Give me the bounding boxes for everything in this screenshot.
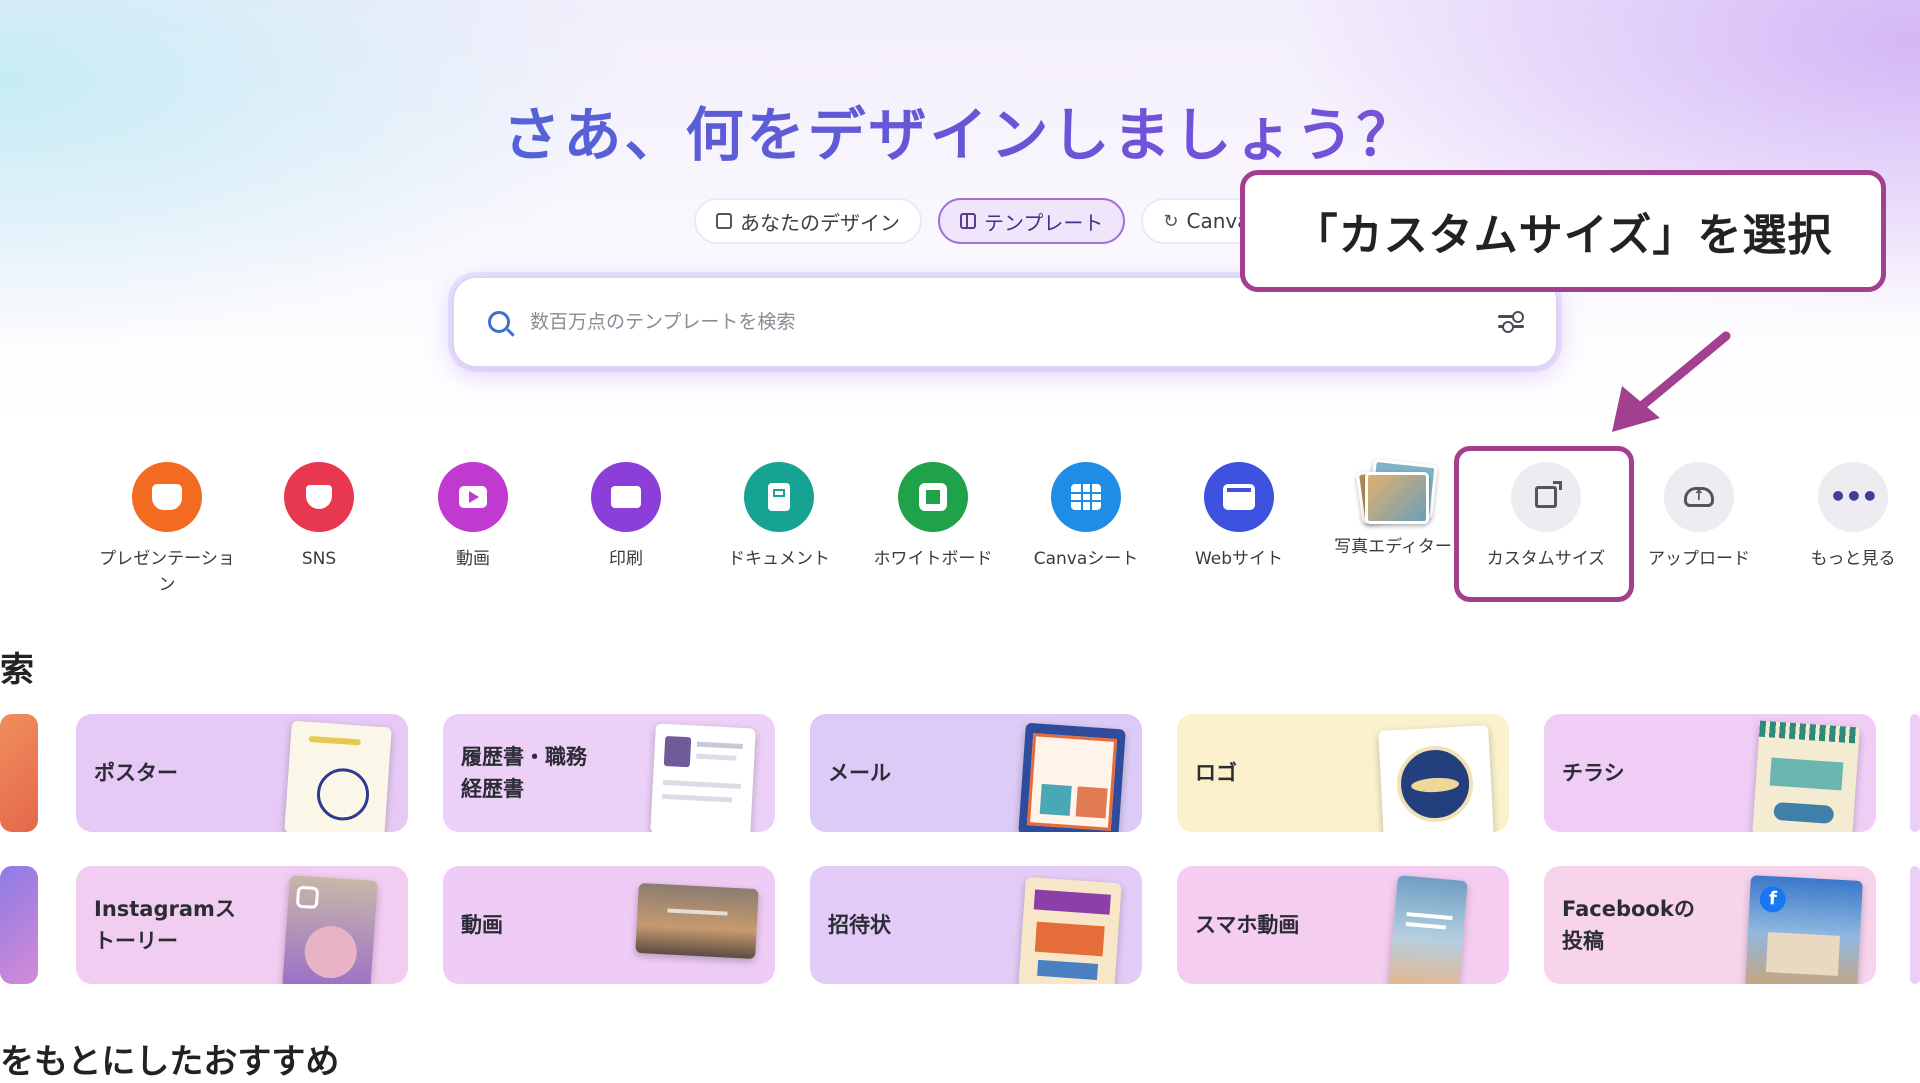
- printer-icon: [591, 462, 661, 532]
- category-document[interactable]: ドキュメント: [704, 462, 854, 572]
- presentation-icon: [132, 462, 202, 532]
- heart-icon: [284, 462, 354, 532]
- section-heading-explore: 索: [0, 650, 34, 690]
- category-label: Canvaシート: [1033, 549, 1139, 569]
- category-sns[interactable]: SNS: [244, 462, 394, 572]
- page-title: さあ、何をデザインしましょう？: [0, 88, 1920, 172]
- category-label: プレゼンテーション: [99, 549, 235, 595]
- category-label: 印刷: [609, 549, 643, 569]
- whiteboard-icon: [898, 462, 968, 532]
- category-canva-sheet[interactable]: Canvaシート: [1011, 462, 1161, 572]
- phone-video-thumbnail: [1388, 875, 1468, 984]
- card-label: 招待状: [828, 913, 891, 937]
- tab-label: あなたのデザイン: [740, 210, 900, 235]
- more-icon: •••: [1818, 462, 1888, 532]
- email-thumbnail: [1018, 722, 1126, 832]
- clipped-card[interactable]: [1910, 714, 1920, 832]
- template-card-resume[interactable]: 履歴書・職務経歴書: [443, 714, 775, 832]
- template-card-logo[interactable]: ロゴ: [1177, 714, 1509, 832]
- category-label: 写真エディター: [1334, 537, 1452, 557]
- card-label: ポスター: [94, 761, 178, 785]
- category-label: Webサイト: [1194, 549, 1284, 569]
- invitation-thumbnail: [1018, 876, 1122, 984]
- instagram-story-thumbnail: [282, 875, 378, 984]
- category-whiteboard[interactable]: ホワイトボード: [858, 462, 1008, 572]
- pointer-arrow-icon: [1612, 331, 1731, 432]
- card-label: メール: [828, 761, 891, 785]
- clipped-card[interactable]: [0, 714, 38, 832]
- template-card-facebook-post[interactable]: Facebookの投稿 f: [1544, 866, 1876, 984]
- sheet-icon: [1051, 462, 1121, 532]
- category-print[interactable]: 印刷: [551, 462, 701, 572]
- card-label: Facebookの投稿: [1562, 897, 1695, 953]
- template-card-video[interactable]: 動画: [443, 866, 775, 984]
- facebook-post-thumbnail: f: [1745, 875, 1863, 984]
- resume-thumbnail: [650, 723, 756, 832]
- category-video[interactable]: 動画: [398, 462, 548, 572]
- scope-tabs: あなたのデザイン テンプレート ↻ Canva: [694, 198, 1272, 248]
- category-website[interactable]: Webサイト: [1164, 462, 1314, 572]
- filter-icon[interactable]: [1498, 311, 1524, 333]
- template-icon: [960, 213, 976, 229]
- template-card-invitation[interactable]: 招待状: [810, 866, 1142, 984]
- template-card-phone-video[interactable]: スマホ動画: [1177, 866, 1509, 984]
- template-card-flyer[interactable]: チラシ: [1544, 714, 1876, 832]
- flyer-thumbnail: [1752, 720, 1860, 832]
- folder-icon: [716, 213, 732, 229]
- card-label: Instagramストーリー: [94, 897, 236, 953]
- card-label: 履歴書・職務経歴書: [461, 745, 587, 801]
- category-presentation[interactable]: プレゼンテーション: [92, 462, 242, 598]
- clipped-card[interactable]: [1910, 866, 1920, 984]
- category-upload[interactable]: アップロード: [1624, 462, 1774, 572]
- category-label: 動画: [456, 549, 490, 569]
- section-heading-recommended: をもとにしたおすすめ: [0, 1042, 340, 1082]
- facebook-icon: f: [1759, 885, 1787, 913]
- website-icon: [1204, 462, 1274, 532]
- card-label: スマホ動画: [1195, 913, 1300, 937]
- template-card-poster[interactable]: ポスター: [76, 714, 408, 832]
- template-card-grid: ポスター 履歴書・職務経歴書 メール ロゴ チラシ Instagramストーリー…: [0, 714, 1920, 984]
- template-card-email[interactable]: メール: [810, 714, 1142, 832]
- tab-your-designs[interactable]: あなたのデザイン: [694, 198, 922, 244]
- poster-thumbnail: [284, 720, 392, 832]
- category-photo-editor[interactable]: 写真エディター: [1318, 458, 1468, 560]
- category-label: アップロード: [1648, 549, 1750, 569]
- template-card-instagram-story[interactable]: Instagramストーリー: [76, 866, 408, 984]
- category-label: もっと見る: [1810, 549, 1896, 569]
- video-thumbnail: [635, 882, 759, 960]
- search-icon: [488, 311, 510, 333]
- logo-thumbnail: [1378, 725, 1494, 832]
- card-label: ロゴ: [1195, 761, 1237, 785]
- document-icon: [744, 462, 814, 532]
- design-type-row: プレゼンテーション SNS 動画 印刷 ドキュメント ホワイトボード Canva…: [92, 458, 1920, 612]
- photo-editor-icon: [1355, 458, 1438, 525]
- custom-size-highlight: [1454, 446, 1634, 602]
- card-label: 動画: [461, 913, 503, 937]
- category-label: SNS: [301, 549, 337, 569]
- category-label: ドキュメント: [728, 549, 830, 569]
- upload-icon: [1664, 462, 1734, 532]
- category-label: ホワイトボード: [873, 549, 993, 569]
- card-label: チラシ: [1562, 761, 1625, 785]
- category-more[interactable]: ••• もっと見る: [1778, 462, 1920, 572]
- tab-templates[interactable]: テンプレート: [938, 198, 1126, 244]
- instruction-callout: 「カスタムサイズ」を選択: [1240, 170, 1886, 292]
- clipped-card[interactable]: [0, 866, 38, 984]
- search-input[interactable]: [528, 310, 1498, 334]
- video-icon: [438, 462, 508, 532]
- canva-ai-icon: ↻: [1163, 210, 1179, 232]
- tab-label: テンプレート: [984, 210, 1104, 235]
